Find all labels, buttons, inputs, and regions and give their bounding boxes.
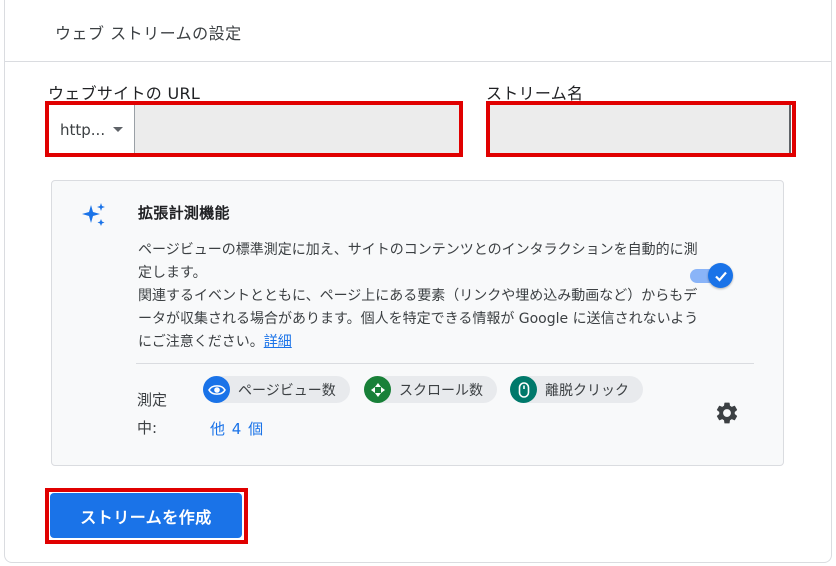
stream-name-label: ストリーム名 [486, 84, 584, 103]
chip-page-views[interactable]: ページビュー数 [203, 376, 350, 403]
description-line-1: ページビューの標準測定に加え、サイトのコンテンツとのインタラクションを自動的に測… [138, 242, 698, 281]
website-url-input[interactable] [134, 104, 460, 155]
description-line-2: 関連するイベントとともに、ページ上にある要素（リンクや埋め込み動画など）からもデ… [138, 288, 699, 350]
measuring-label: 測定中: [137, 391, 168, 437]
chip-outbound-clicks[interactable]: 離脱クリック [510, 376, 643, 403]
scroll-icon [364, 376, 391, 403]
more-events-link[interactable]: 他 4 個 [210, 418, 264, 439]
stream-name-input[interactable] [490, 104, 791, 155]
create-stream-button[interactable]: ストリームを作成 [50, 493, 242, 538]
protocol-value: http... [60, 120, 106, 139]
chip-label: ページビュー数 [238, 382, 336, 399]
protocol-select[interactable]: http... [47, 104, 134, 155]
chevron-down-icon [113, 127, 124, 132]
chip-scrolls[interactable]: スクロール数 [364, 376, 497, 403]
eye-icon [203, 376, 230, 403]
website-url-field: http... [47, 104, 460, 155]
enhanced-measurement-toggle[interactable] [688, 263, 733, 289]
learn-more-link[interactable]: 詳細 [264, 334, 292, 350]
gear-icon[interactable] [714, 400, 740, 426]
check-icon [708, 263, 733, 288]
chip-label: 離脱クリック [545, 382, 629, 399]
enhanced-measurement-title: 拡張計測機能 [138, 204, 230, 222]
panel-title: ウェブ ストリームの設定 [55, 24, 242, 43]
chip-label: スクロール数 [399, 382, 483, 399]
website-url-label: ウェブサイトの URL [48, 84, 201, 103]
mouse-icon [510, 376, 537, 403]
card-divider [136, 363, 754, 364]
panel-divider [5, 61, 831, 62]
enhanced-measurement-description: ページビューの標準測定に加え、サイトのコンテンツとのインタラクションを自動的に測… [138, 239, 704, 354]
enhanced-measurement-card: 拡張計測機能 ページビューの標準測定に加え、サイトのコンテンツとのインタラクショ… [51, 180, 784, 466]
sparkle-icon [82, 203, 105, 226]
